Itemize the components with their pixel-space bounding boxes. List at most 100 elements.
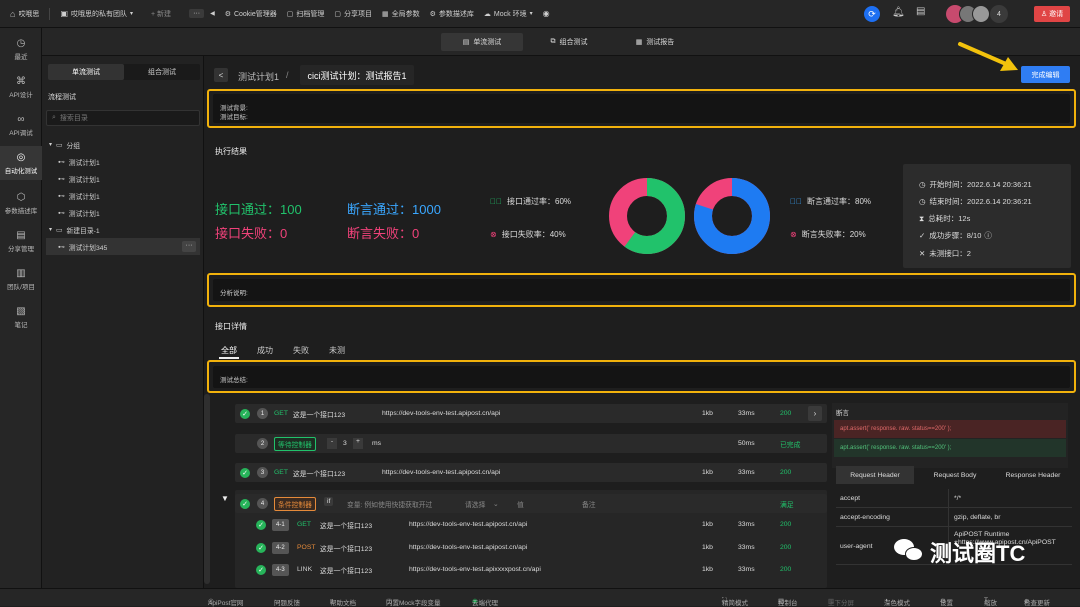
sidebar-tab-combo[interactable]: 组合测试 [124,64,200,80]
nav-api-debug[interactable]: ∞ API调试 [0,108,42,142]
invite-button[interactable]: ♙ 邀请 [1034,6,1070,22]
step-number: 4-2 [272,541,289,554]
tab-report[interactable]: ▦ 测试报告 [614,33,696,51]
avatar-group[interactable]: 4 [946,5,1016,23]
back-button[interactable]: < [214,68,228,82]
sidebar-tab-single[interactable]: 单流测试 [48,64,124,80]
header-value: gzip, deflate, br [954,514,1001,521]
header-row: accept-encoding gzip, deflate, br [836,508,1072,527]
search-box[interactable]: ⌕ 搜索目录 [46,110,200,126]
nav-notes[interactable]: ▧ 笔记 [0,300,42,334]
note-input[interactable]: 备注 [582,499,596,509]
tab-single-flow[interactable]: ▤ 单流测试 [441,33,523,51]
bell-icon[interactable]: 🔔︎ [892,7,905,18]
table-row[interactable]: ✓ 4-1 GET 这是一个接口123 https://dev-tools-en… [252,515,827,534]
tree-item[interactable]: ⊷ 测试计划1 [46,170,200,187]
arrow-annotation [958,42,1018,71]
tree-item[interactable]: ⊷ 测试计划1 [46,153,200,170]
method: POST [297,544,316,551]
more-button[interactable]: ··· [189,9,205,18]
tree-folder[interactable]: ▾ ▭ 新建目录-1 [46,221,200,238]
note-icon[interactable]: ▤ [916,6,925,17]
table-row[interactable]: ✓ 4-3 LINK 这是一个接口123 https://dev-tools-e… [252,560,827,579]
step-number: 4-1 [272,518,289,531]
assert-title: 断言 [836,410,849,417]
chevron-down-icon: ▾ [130,11,134,17]
decrement-button[interactable]: - [327,438,337,449]
collapse-toggle[interactable]: ▼ [221,494,229,503]
filter-fail[interactable]: 失败 [293,345,309,356]
table-row-wait[interactable]: 2 等待控制器 - 3 + ms 50ms 已完成 [235,434,827,453]
nav-auto-test[interactable]: ◎ 自动化测试 [0,146,42,180]
settings-icon: ⚙ [429,10,436,18]
flow-icon: ⊷ [58,158,65,166]
filter-all[interactable]: 全部 [221,345,237,356]
header-key: user-agent [840,543,873,550]
operator-select[interactable]: 请选择 [465,499,485,509]
team-selector[interactable]: ▣ 哎哦思的私有团队 ▾ [60,9,133,19]
size: 1kb [702,469,713,476]
collapse-icon[interactable]: ◀ [210,10,215,17]
table-row[interactable]: ✓ 4-2 POST 这是一个接口123 https://dev-tools-e… [252,538,827,557]
nav-api-design[interactable]: ⌘ API设计 [0,70,42,104]
tab-request-header[interactable]: Request Header [836,466,914,484]
filter-underline [219,357,239,359]
tab-response-header[interactable]: Response Header [994,466,1072,484]
nav-param-lib[interactable]: ⬡ 参数描述库 [0,186,42,220]
filter-untested[interactable]: 未测 [329,345,345,356]
expand-button[interactable]: › [808,406,822,421]
tab-label: 单流测试 [473,39,502,46]
value-input[interactable]: 值 [517,499,524,509]
clock-icon: ◷ [16,37,26,49]
breadcrumb-current: cici测试计划：测试报告1 [300,65,414,85]
increment-button[interactable]: + [353,438,363,449]
tab-request-body[interactable]: Request Body [916,466,994,484]
size: 1kb [702,410,713,417]
eye-icon[interactable]: ◉ [543,9,550,18]
analysis-label: 分析说明: [220,290,248,297]
tree-item[interactable]: ⊷ 测试计划1 [46,204,200,221]
table-row-condition[interactable]: ✓ 4 条件控制器 if 变量: 例如使用快捷获取开过 请选择 ⌄ 值 备注 满… [235,494,827,513]
untested-apis: ✕ 未测接口：2 [919,248,971,259]
condition-controller-tag: 条件控制器 [274,497,316,511]
donut-api [609,178,685,254]
tree-folder[interactable]: ▾ ▭ 分组 [46,136,200,153]
success-icon: ✓ [256,542,266,553]
nav-team[interactable]: ▥ 团队/项目 [0,262,42,296]
app-logo[interactable]: ⌂ 哎哦思 [10,9,39,19]
breadcrumb-parent[interactable]: 测试计划1 [238,70,279,83]
api-name: 这是一个接口123 [320,545,373,553]
filter-success[interactable]: 成功 [257,345,273,356]
tab-combo[interactable]: ⧉ 组合测试 [528,33,610,51]
flow-icon: ⊷ [58,209,65,217]
wait-value[interactable]: 3 [343,440,347,447]
tool-label: 全局参数 [391,10,420,18]
api-pass-rate: ✓⃝ 接口通过率：60% [490,196,571,207]
tool-param-desc[interactable]: ⚙ 参数描述库 [430,9,474,19]
tool-share[interactable]: ▢ 分享项目 [334,9,372,19]
new-button[interactable]: + 新建 [151,9,171,19]
nav-share[interactable]: ▤ 分享管理 [0,224,42,258]
var-input[interactable]: 变量: 例如使用快捷获取开过 [347,499,432,509]
nav-recent[interactable]: ◷ 最近 [0,32,42,66]
table-row[interactable]: ✓ 1 GET 这是一个接口123 https://dev-tools-env-… [235,404,827,423]
scrollbar[interactable] [204,394,210,584]
tool-mock-env[interactable]: ☁ Mock 环境 ▾ [484,9,533,19]
info-icon[interactable]: ⓘ [984,231,992,240]
tool-cookie[interactable]: ⚙ Cookie管理器 [225,9,277,19]
status-code: 200 [780,566,792,573]
background-input[interactable] [213,94,1070,123]
tree-item[interactable]: ⊷ 测试计划1 [46,187,200,204]
tree-item-selected[interactable]: ⊷ 测试计划345 ··· [46,238,200,255]
tool-global-params[interactable]: ▦ 全局参数 [382,9,420,19]
tool-scan[interactable]: ▢ 扫档管理 [287,9,325,19]
analysis-input[interactable] [213,279,1070,301]
finish-edit-button[interactable]: 完成编辑 [1021,66,1070,83]
table-row[interactable]: ✓ 3 GET 这是一个接口123 https://dev-tools-env-… [235,463,827,482]
check-circle-icon: ◎ [16,151,26,163]
more-button[interactable]: ··· [182,241,196,252]
sync-icon[interactable]: ⟳ [864,6,880,22]
box-icon: ⬡ [16,191,26,203]
search-input[interactable]: 搜索目录 [60,113,88,123]
summary-input[interactable] [213,366,1070,388]
